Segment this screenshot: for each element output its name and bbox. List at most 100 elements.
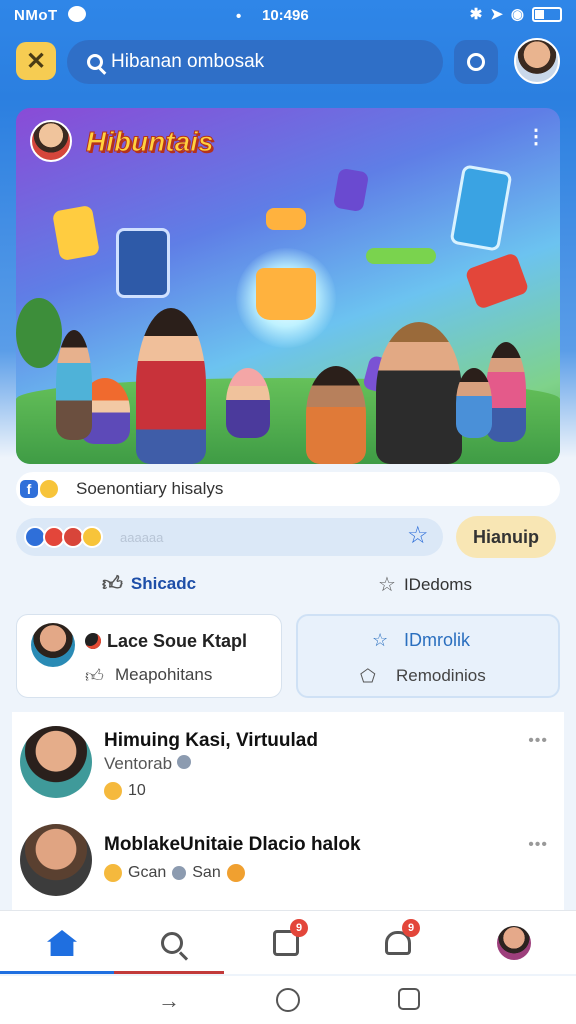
person-illustration — [136, 308, 206, 464]
list-item-meta: 10 — [104, 782, 146, 800]
carrier-label: NMoT — [14, 7, 58, 24]
favorite-action-label: IDedoms — [403, 574, 472, 594]
pill-button[interactable]: Hianuip — [456, 516, 556, 558]
smile-reaction-icon — [81, 526, 103, 548]
coin-icon — [104, 782, 122, 800]
more-vertical-icon[interactable]: ⋮ — [526, 124, 546, 149]
tile-illustration — [51, 204, 101, 262]
list-item-subtitle-text: Ventorab — [104, 754, 173, 773]
star-outline-icon: ☆ — [378, 574, 396, 596]
card-subtitle: Meapohitans — [115, 665, 213, 684]
bottom-navigation: 9 9 — [0, 910, 576, 974]
search-button[interactable] — [454, 40, 498, 84]
search-icon — [161, 932, 183, 954]
search-icon — [87, 54, 103, 70]
wifi-icon: ◉ — [510, 6, 524, 23]
hero-title: Hibuntais — [86, 126, 215, 158]
system-navigation: → — [0, 976, 576, 1024]
status-bar: NMoT • 10:496 ✱ ➤ ◉ — [0, 0, 576, 32]
favorite-action-button[interactable]: ☆ IDedoms — [378, 572, 472, 597]
avatar — [20, 726, 92, 798]
tab-indicator — [114, 971, 224, 974]
nav-notifications[interactable]: 9 — [378, 919, 420, 963]
hero-avatar — [30, 120, 72, 162]
option-card-title: IDmrolik — [404, 630, 470, 650]
person-illustration — [486, 342, 526, 442]
list-item[interactable]: Himuing Kasi, Virtuulad Ventorab 10 ••• — [12, 712, 564, 808]
tile-illustration — [449, 164, 513, 252]
hero-banner[interactable]: Hibuntais ⋮ — [16, 108, 560, 464]
nav-home[interactable] — [42, 923, 82, 963]
list-item-title: MoblakeUnitaie Dlacio halok — [104, 834, 361, 855]
dot-icon: • — [236, 8, 242, 25]
card-title: Lace Soue Ktapl — [85, 631, 247, 652]
chat-bubble-icon — [68, 6, 86, 22]
option-card[interactable]: ☆ IDmrolik ⬠ Remodinios — [296, 614, 560, 698]
thumbs-up-icon: 👍︎ — [85, 666, 104, 686]
nav-search[interactable] — [152, 923, 192, 963]
castle-illustration — [256, 268, 316, 320]
person-illustration — [56, 330, 92, 440]
nav-profile[interactable] — [494, 923, 534, 963]
profile-avatar[interactable] — [514, 38, 560, 84]
person-illustration — [376, 322, 462, 464]
like-action-button[interactable]: 👍︎ Shicadc — [102, 572, 196, 596]
app-header: NMoT • 10:496 ✱ ➤ ◉ ✕ Hibanan ombosak — [0, 0, 576, 98]
notification-badge: 9 — [402, 919, 420, 937]
star-outline-icon: ☆ — [372, 630, 389, 650]
verified-icon — [176, 755, 191, 769]
nav-calendar[interactable]: 9 — [266, 919, 308, 963]
person-illustration — [226, 368, 270, 438]
more-horizontal-icon[interactable]: ••• — [528, 836, 548, 854]
battery-icon — [532, 6, 562, 22]
person-illustration — [306, 366, 366, 464]
location-icon: ➤ — [490, 6, 503, 23]
status-icons: ✱ ➤ ◉ — [470, 5, 562, 23]
avatar — [497, 926, 531, 960]
search-ring-icon — [467, 53, 485, 71]
facebook-icon: f — [20, 480, 38, 498]
list-item-meta: Gcan San — [104, 864, 245, 882]
list-item-count: 10 — [128, 782, 146, 799]
x-logo-icon[interactable]: ✕ — [16, 42, 56, 80]
home-icon — [47, 930, 77, 956]
smile-emoji-icon — [40, 480, 58, 498]
tile-illustration — [464, 252, 530, 310]
avatar — [20, 824, 92, 896]
list-item-meta-2: San — [192, 864, 221, 881]
active-tab-indicator — [0, 971, 114, 974]
reactions-summary[interactable]: f Soenontiary hisalys — [16, 472, 560, 506]
profile-card[interactable]: Lace Soue Ktapl 👍︎ Meapohitans — [16, 614, 282, 698]
notification-badge: 9 — [290, 919, 308, 937]
tile-illustration — [116, 228, 170, 298]
back-arrow-icon[interactable]: → — [158, 988, 180, 1014]
star-icon[interactable]: ☆ — [407, 524, 435, 550]
more-horizontal-icon[interactable]: ••• — [528, 732, 548, 750]
tile-illustration — [266, 208, 306, 230]
option-card-subtitle: Remodinios — [396, 666, 486, 685]
status-time: 10:496 — [262, 7, 309, 24]
ball-icon — [85, 633, 101, 649]
feed-list: Himuing Kasi, Virtuulad Ventorab 10 ••• … — [12, 712, 564, 910]
verified-icon — [172, 866, 187, 880]
tile-illustration — [332, 167, 370, 213]
home-circle-icon[interactable] — [276, 988, 300, 1012]
reaction-placeholder: aaaaaa — [120, 529, 164, 545]
search-text: Hibanan ombosak — [111, 51, 265, 72]
reaction-bar[interactable]: aaaaaa — [16, 518, 443, 556]
bluetooth-icon: ✱ — [469, 6, 483, 23]
reactions-summary-label: Soenontiary hisalys — [76, 479, 224, 498]
tile-illustration — [366, 248, 436, 264]
list-item-title: Himuing Kasi, Virtuulad — [104, 730, 318, 751]
arrow-badge-icon — [226, 864, 245, 882]
like-action-label: Shicadc — [130, 574, 197, 593]
coin-icon — [104, 864, 122, 882]
list-item[interactable]: MoblakeUnitaie Dlacio halok Gcan San ••• — [12, 814, 564, 910]
person-illustration — [456, 368, 492, 438]
tree-illustration — [16, 298, 62, 368]
thumbs-up-icon: 👍︎ — [102, 573, 123, 595]
card-avatar — [31, 623, 75, 667]
list-item-subtitle: Ventorab — [104, 754, 191, 774]
search-input[interactable]: Hibanan ombosak — [67, 40, 443, 84]
recent-apps-icon[interactable] — [398, 988, 420, 1010]
